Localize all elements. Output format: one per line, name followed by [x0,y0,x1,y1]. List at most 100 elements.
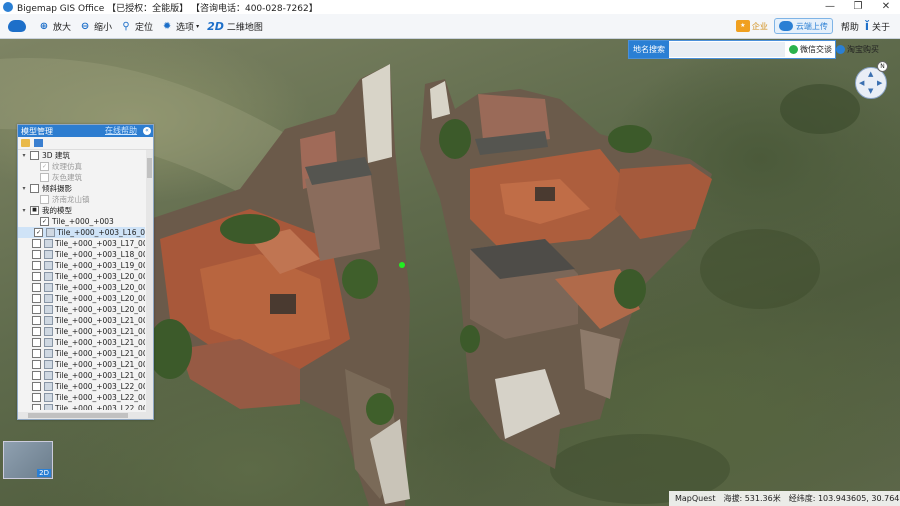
restore-button[interactable]: ❐ [844,0,872,14]
model-visibility-checkbox[interactable]: ■ [30,206,39,215]
about-button[interactable]: 关于 [872,20,890,33]
model-tree-item[interactable]: 灰色建筑 [18,172,145,183]
model-visibility-checkbox[interactable] [32,294,41,303]
model-tree-vertical-scrollbar[interactable] [146,150,153,412]
minimap-2d-toggle[interactable]: 2D [37,469,51,477]
model-tree-item[interactable]: Tile_+000_+003_L18_00 [18,249,145,260]
main-menu-button[interactable] [6,16,28,36]
pan-left-icon[interactable]: ◀ [859,79,864,87]
zoom-out-label: 缩小 [94,22,113,33]
zoom-in-button[interactable]: ⊕ 放大 [38,20,71,33]
model-manager-title: 模型管理 [21,126,53,136]
model-visibility-checkbox[interactable]: ✓ [40,217,49,226]
model-tree-item[interactable]: Tile_+000_+003_L21_00 [18,326,145,337]
model-visibility-checkbox[interactable] [32,349,41,358]
options-label: 选项 [176,22,195,33]
model-visibility-checkbox[interactable] [32,371,41,380]
model-tree-item[interactable]: Tile_+000_+003_L20_00 [18,304,145,315]
overview-minimap[interactable]: 2D [3,441,53,479]
model-tree-item[interactable]: Tile_+000_+003_L21_00 [18,370,145,381]
save-icon[interactable] [34,139,43,147]
expand-toggle-icon[interactable]: ▾ [20,183,28,194]
cloud-upload-button[interactable]: 云端上传 [773,18,833,34]
model-visibility-checkbox[interactable] [32,239,41,248]
model-tree-item[interactable]: ▾ 倾斜摄影 [18,183,145,194]
model-visibility-checkbox[interactable] [30,151,39,160]
locate-button[interactable]: ⚲ 定位 [120,20,153,33]
map-2d-button[interactable]: 2D 二维地图 [207,20,263,33]
help-button[interactable]: 帮助 [841,20,859,33]
model-visibility-checkbox[interactable] [32,327,41,336]
model-tree-item[interactable]: ✓ Tile_+000_+003_L16_0 [18,227,145,238]
taobao-buy-button[interactable]: 淘宝购买 [836,44,879,55]
model-tree-item[interactable]: Tile_+000_+003_L21_00 [18,348,145,359]
model-visibility-checkbox[interactable] [40,173,49,182]
model-visibility-checkbox[interactable] [32,360,41,369]
model-visibility-checkbox[interactable]: ✓ [34,228,44,237]
model-visibility-checkbox[interactable] [30,184,39,193]
model-tree-horizontal-scrollbar[interactable] [18,412,153,419]
pan-down-icon[interactable]: ▼ [868,87,873,95]
model-tile-icon [44,327,53,336]
model-tree-item[interactable]: Tile_+000_+003_L20_00 [18,271,145,282]
model-tree-item[interactable]: Tile_+000_+003_L22_00 [18,392,145,403]
model-visibility-checkbox[interactable] [32,305,41,314]
zoom-out-icon: ⊖ [80,20,90,32]
close-button[interactable]: ✕ [872,0,900,14]
model-visibility-checkbox[interactable] [32,393,41,402]
online-help-link[interactable]: 在线帮助 [105,125,137,137]
zoom-out-button[interactable]: ⊖ 缩小 [79,20,112,33]
model-tree-item[interactable]: Tile_+000_+003_L21_00 [18,359,145,370]
model-visibility-checkbox[interactable] [32,250,41,259]
open-folder-icon[interactable] [21,139,30,147]
pan-right-icon[interactable]: ▶ [877,79,882,87]
model-tree-label: Tile_+000_+003_L22_00 [55,393,145,402]
app-logo-icon [3,2,13,12]
model-tree-item[interactable]: ▾ 3D 建筑 [18,150,145,161]
model-tree-item[interactable]: Tile_+000_+003_L19_00 [18,260,145,271]
model-tree-item[interactable]: ✓ Tile_+000_+003 [18,216,145,227]
collapse-panel-button[interactable]: « [143,127,151,135]
map-3d-view[interactable]: 地名搜索 微信交谈 淘宝购买 ▲ ▼ ◀ ▶ N 模型管理 在线帮助 « ▾ 3D… [0,39,900,506]
model-tree-item[interactable]: Tile_+000_+003_L21_00 [18,315,145,326]
expand-toggle-icon[interactable]: ▾ [20,150,28,161]
model-tile-icon [44,305,53,314]
model-visibility-checkbox[interactable]: ✓ [40,162,49,171]
model-tree-item[interactable]: Tile_+000_+003_L22_00 [18,381,145,392]
model-tree-item[interactable]: Tile_+000_+003_L20_00 [18,293,145,304]
model-visibility-checkbox[interactable] [32,272,41,281]
place-search-label: 地名搜索 [629,41,669,58]
model-visibility-checkbox[interactable] [32,283,41,292]
north-indicator-icon[interactable]: N [877,61,888,72]
model-tile-icon [46,228,56,237]
model-tree-item[interactable]: ✓ 纹理仿真 [18,161,145,172]
options-button[interactable]: ✹ 选项 ▾ [161,20,199,33]
model-visibility-checkbox[interactable] [32,404,41,410]
model-visibility-checkbox[interactable] [32,261,41,270]
model-tree-item[interactable]: 济南龙山镇 [18,194,145,205]
model-tile-icon [44,283,53,292]
wechat-chat-label: 微信交谈 [800,45,832,54]
place-search-input[interactable] [669,42,785,57]
coordinates-readout: 经纬度: 103.943605, 30.764858 [788,494,900,503]
model-tree-item[interactable]: Tile_+000_+003_L17_00 [18,238,145,249]
model-tree-item[interactable]: Tile_+000_+003_L21_00 [18,337,145,348]
expand-toggle-icon[interactable]: ▾ [20,205,28,216]
model-visibility-checkbox[interactable] [32,338,41,347]
tree-patch [700,229,820,309]
cloud-upload-label: 云端上传 [795,21,828,31]
model-tree-label: Tile_+000_+003_L20_00 [55,272,145,281]
enterprise-label[interactable]: 企业 [752,21,768,32]
wechat-chat-button[interactable]: 微信交谈 [789,44,832,55]
model-tree-item[interactable]: ▾ ■ 我的模型 [18,205,145,216]
minimize-button[interactable]: — [816,0,844,14]
model-visibility-checkbox[interactable] [32,382,41,391]
pan-up-icon[interactable]: ▲ [868,70,873,78]
model-tile-icon [44,404,53,410]
model-visibility-checkbox[interactable] [32,316,41,325]
model-tree-item[interactable]: Tile_+000_+003_L22_00 [18,403,145,410]
main-toolbar: ⊕ 放大 ⊖ 缩小 ⚲ 定位 ✹ 选项 ▾ 2D 二维地图 ★ 企业 云端上传 … [0,14,900,39]
model-visibility-checkbox[interactable] [40,195,49,204]
place-search-bar: 地名搜索 微信交谈 淘宝购买 [628,40,879,59]
model-tree-item[interactable]: Tile_+000_+003_L20_00 [18,282,145,293]
